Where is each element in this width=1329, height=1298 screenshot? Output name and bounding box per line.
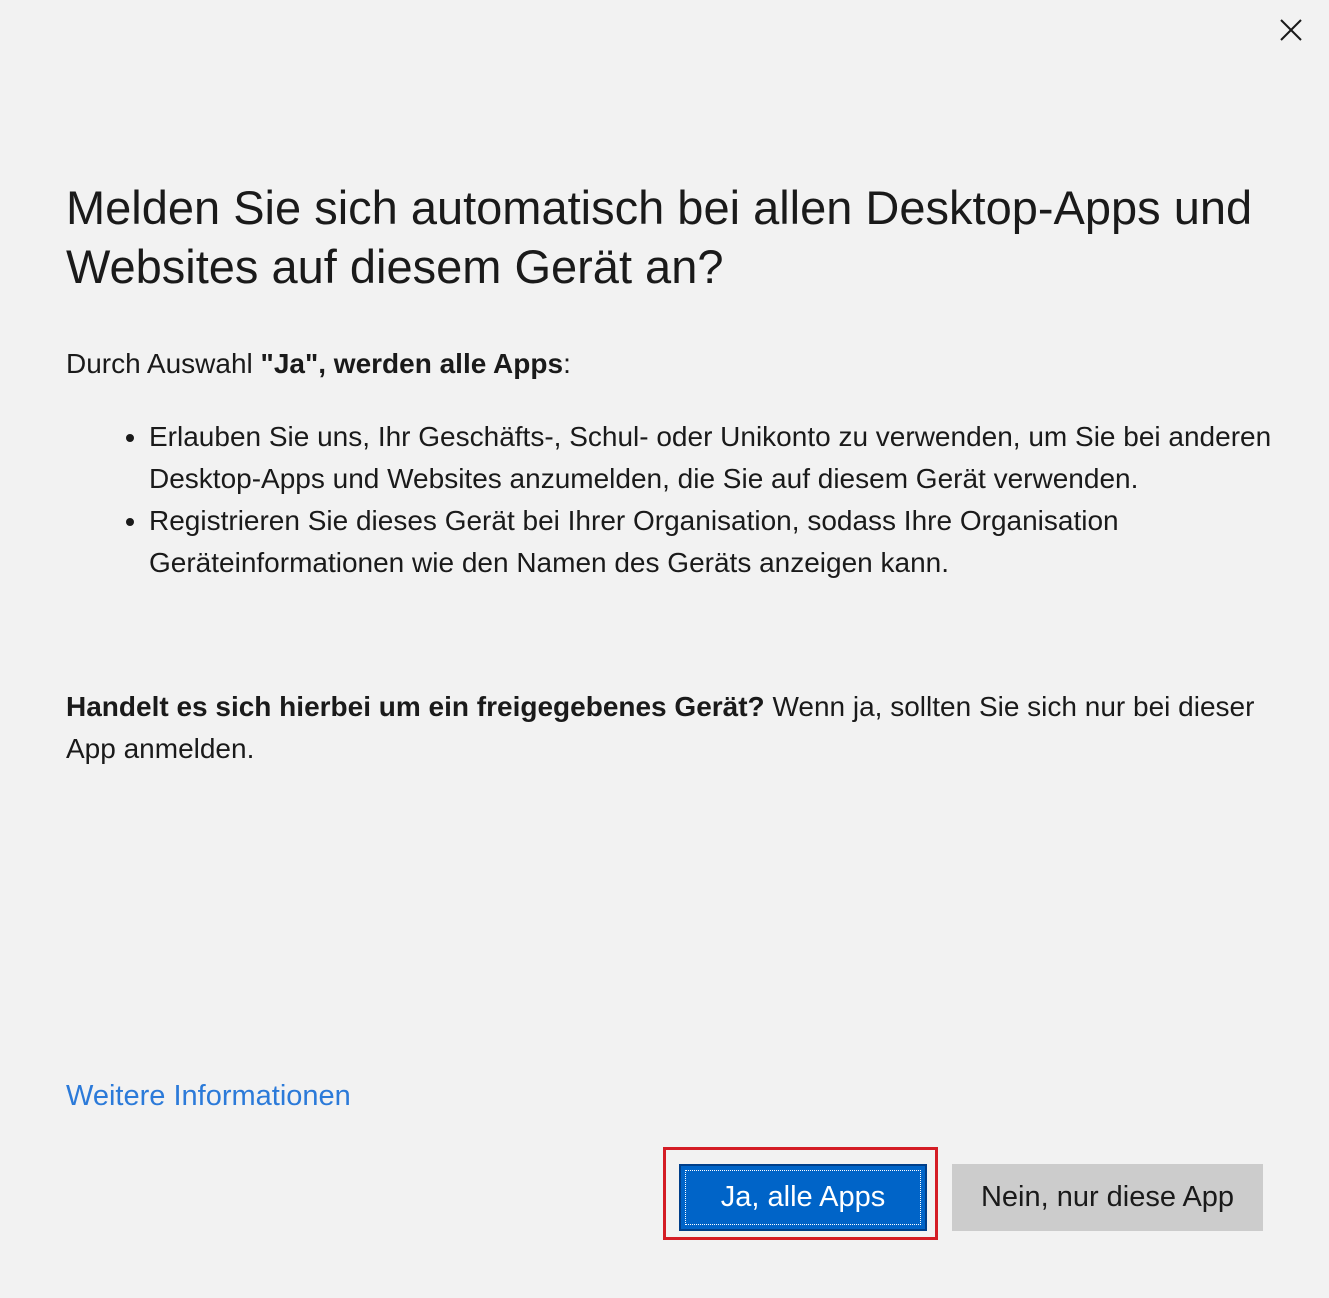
no-this-app-only-button[interactable]: Nein, nur diese App <box>952 1164 1263 1231</box>
intro-prefix: Durch Auswahl <box>66 348 261 379</box>
intro-suffix: : <box>563 348 571 379</box>
yes-all-apps-label: Ja, alle Apps <box>685 1170 921 1225</box>
close-button[interactable] <box>1271 10 1311 50</box>
dialog-heading: Melden Sie sich automatisch bei allen De… <box>66 181 1253 293</box>
shared-device-question: Handelt es sich hierbei um ein freigegeb… <box>66 691 765 722</box>
close-icon <box>1280 19 1302 41</box>
more-info-link[interactable]: Weitere Informationen <box>66 1075 351 1117</box>
bullet-item: Erlauben Sie uns, Ihr Geschäfts-, Schul-… <box>149 416 1299 500</box>
shared-device-text: Handelt es sich hierbei um ein freigegeb… <box>66 686 1266 770</box>
yes-all-apps-button[interactable]: Ja, alle Apps <box>679 1164 927 1231</box>
intro-bold: "Ja", werden alle Apps <box>260 348 564 379</box>
bullet-list: Erlauben Sie uns, Ihr Geschäfts-, Schul-… <box>112 416 1299 584</box>
intro-text: Durch Auswahl "Ja", werden alle Apps: <box>66 343 571 385</box>
bullet-item: Registrieren Sie dieses Gerät bei Ihrer … <box>149 500 1299 584</box>
